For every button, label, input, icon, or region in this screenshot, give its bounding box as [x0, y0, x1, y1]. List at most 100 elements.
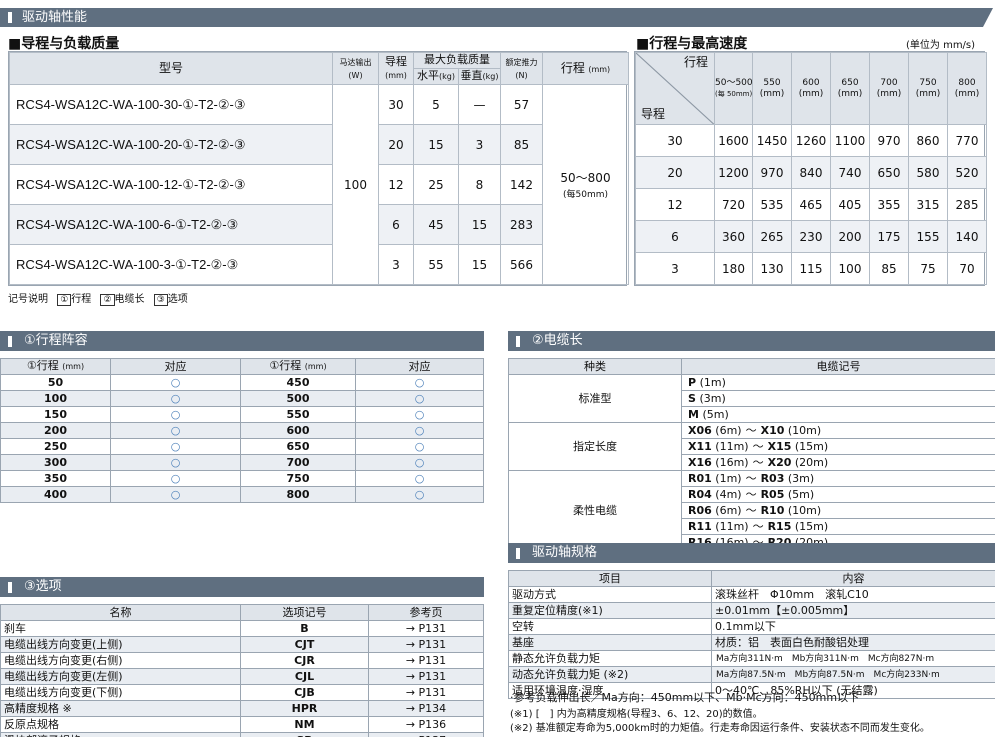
- cable-code: M (5m): [681, 406, 995, 423]
- speed-cell: 140: [947, 220, 987, 254]
- cable-code-start: R11: [688, 519, 712, 533]
- header-thrust: 额定推力 (N): [500, 52, 543, 85]
- cable-code-end: R15: [767, 519, 792, 533]
- cable-range-sep: ～: [752, 455, 764, 469]
- cable-length-start: (6m): [715, 503, 742, 517]
- support-header: 对应: [355, 358, 484, 375]
- option-page-link[interactable]: → P131: [368, 652, 484, 669]
- option-name: 刹车: [0, 620, 241, 637]
- spec-item-header: 项目: [508, 570, 712, 587]
- option-page-link[interactable]: → P131: [368, 684, 484, 701]
- option-page-link[interactable]: → P131: [368, 668, 484, 685]
- lead-cell: 6: [378, 204, 414, 245]
- speed-cell: 770: [947, 124, 987, 158]
- option-page-link[interactable]: → P131: [368, 636, 484, 653]
- option-page-link[interactable]: → P136: [368, 716, 484, 733]
- supported-mark: ○: [110, 470, 241, 487]
- cable-length-start: (16m): [715, 455, 749, 469]
- stroke-lineup-title: ①行程阵容: [24, 333, 88, 348]
- stroke-col-header: 700 (mm): [869, 51, 909, 126]
- options-band: ③选项: [0, 577, 484, 597]
- supported-mark: ○: [110, 438, 241, 455]
- legend-key-3: ③: [153, 294, 168, 306]
- speed-cell: 265: [752, 220, 792, 254]
- speed-cell: 70: [947, 252, 987, 285]
- cable-range-sep: ～: [745, 423, 757, 437]
- spec-content-header: 内容: [711, 570, 995, 587]
- option-page-link[interactable]: → P137: [368, 732, 484, 737]
- supported-mark: ○: [355, 470, 484, 487]
- cable-code-start: R01: [688, 471, 712, 485]
- stroke-lineup-table: ①行程 (mm) 对应 ①行程 (mm) 对应 50 ○ 450 ○ 100 ○ 500 ○ 1…: [0, 358, 484, 503]
- header-motor: 马达输出 (W): [332, 52, 379, 85]
- cable-length-start: (4m): [715, 487, 742, 501]
- horizontal-cell: 15: [413, 124, 459, 165]
- speed-corner-cell: 行程 导程: [635, 51, 715, 126]
- spec-value: Ma方向87.5N·m Mb方向87.5N·m Mc方向233N·m: [711, 666, 995, 683]
- lead-cell: 30: [378, 84, 414, 125]
- stroke-value: 300: [0, 454, 111, 471]
- cable-range-sep: ～: [745, 487, 757, 501]
- lead-cell: 20: [378, 124, 414, 165]
- cable-code: X06 (6m) ～ X10 (10m): [681, 422, 995, 439]
- option-name: 电缆出线方向变更(右侧): [0, 652, 241, 669]
- speed-cell: 230: [791, 220, 831, 254]
- stroke-col-header: 800 (mm): [947, 51, 987, 126]
- option-page-link[interactable]: → P134: [368, 700, 484, 717]
- cable-length-start: (5m): [702, 407, 729, 421]
- section-title: 驱动轴性能: [22, 10, 88, 25]
- stroke-value: 350: [0, 470, 111, 487]
- legend-key-1: ①: [57, 294, 72, 306]
- spec-note-1: (※1) [ ] 内为高精度规格(导程3、6、12、20)的数值。: [510, 709, 763, 720]
- speed-cell: 180: [714, 252, 753, 285]
- lead-cell: 6: [635, 220, 715, 254]
- cable-code-start: S: [688, 391, 696, 405]
- cable-code-end: X15: [767, 439, 792, 453]
- cable-type: 指定长度: [508, 422, 682, 471]
- cable-code-end: R10: [760, 503, 785, 517]
- option-page-link[interactable]: → P131: [368, 620, 484, 637]
- model-cell: RCS4-WSA12C-WA-100-12-①-T2-②-③: [9, 164, 333, 205]
- speed-cell: 860: [908, 124, 948, 158]
- supported-mark: ○: [355, 454, 484, 471]
- cable-code: R06 (6m) ～ R10 (10m): [681, 502, 995, 519]
- cable-code: P (1m): [681, 374, 995, 391]
- cable-code-start: R04: [688, 487, 712, 501]
- cable-length-end: (3m): [787, 471, 815, 485]
- cable-code-start: R06: [688, 503, 712, 517]
- speed-cell: 355: [869, 188, 909, 222]
- supported-mark: ○: [110, 374, 241, 391]
- cable-length-end: (10m): [787, 423, 822, 437]
- speed-cell: 175: [869, 220, 909, 254]
- thrust-cell: 283: [500, 204, 543, 245]
- cable-range-sep: ～: [752, 519, 764, 533]
- cable-length-end: (10m): [787, 503, 822, 517]
- supported-mark: ○: [110, 422, 241, 439]
- cable-code-end: X10: [760, 423, 785, 437]
- spec-table: 项目 内容 驱动方式 滚珠丝杆 Φ10mm 滚轧C10 重复定位精度(※1) ±0.0…: [508, 570, 995, 699]
- supported-mark: ○: [355, 374, 484, 391]
- option-name: 电缆出线方向变更(上侧): [0, 636, 241, 653]
- model-cell: RCS4-WSA12C-WA-100-20-①-T2-②-③: [9, 124, 333, 165]
- speed-cell: 75: [908, 252, 948, 285]
- speed-cell: 1450: [752, 124, 792, 158]
- option-name: 反原点规格: [0, 716, 241, 733]
- speed-cell: 650: [869, 156, 909, 190]
- thrust-cell: 85: [500, 124, 543, 165]
- speed-cell: 740: [830, 156, 870, 190]
- cable-type: 柔性电缆: [508, 470, 682, 551]
- option-name: 电缆出线方向变更(左侧): [0, 668, 241, 685]
- spec-value: 滚珠丝杆 Φ10mm 滚轧C10: [711, 586, 995, 603]
- supported-mark: ○: [355, 390, 484, 407]
- option-code: CJB: [240, 684, 369, 701]
- speed-cell: 100: [830, 252, 870, 285]
- option-name-header: 名称: [0, 604, 241, 621]
- cable-length-start: (11m): [715, 519, 749, 533]
- thrust-cell: 142: [500, 164, 543, 205]
- cable-code-start: P: [688, 375, 697, 389]
- legend-text-1: 行程: [71, 294, 92, 305]
- thrust-cell: 57: [500, 84, 543, 125]
- cable-code: S (3m): [681, 390, 995, 407]
- cable-range-sep: ～: [745, 471, 757, 485]
- spec-value: 材质：铝 表面白色耐酸铝处理: [711, 634, 995, 651]
